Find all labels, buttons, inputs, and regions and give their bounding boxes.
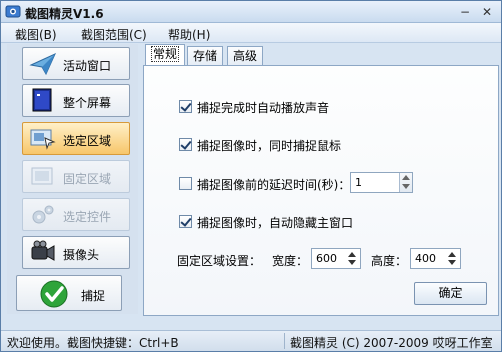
close-button[interactable]: ✕: [480, 5, 494, 19]
delay-seconds-value: 1: [355, 176, 362, 189]
sidebar-item-label: 摄像头: [63, 248, 100, 262]
menu-capture-range[interactable]: 截图范围(C): [81, 26, 147, 43]
tab-advanced[interactable]: 高级: [227, 46, 264, 66]
arrow-down-icon[interactable]: [402, 184, 410, 189]
sidebar-item-label: 选定区域: [63, 134, 112, 148]
status-divider: [284, 333, 285, 349]
capture-button[interactable]: 捕捉: [16, 275, 122, 311]
fixed-region-icon: [31, 167, 53, 185]
paper-plane-icon: [29, 52, 57, 76]
settings-tabs: 常规 存储 高级: [143, 44, 501, 66]
capture-cursor-label: 捕捉图像时，同时捕捉鼠标: [197, 139, 342, 153]
sidebar-item-select-region[interactable]: 选定区域: [22, 122, 130, 155]
menu-bar: 截图(B) 截图范围(C) 帮助(H): [1, 23, 501, 43]
arrow-up-icon[interactable]: [348, 252, 356, 257]
menu-help[interactable]: 帮助(H): [168, 26, 210, 43]
ok-button[interactable]: 确定: [414, 282, 487, 305]
minimize-button[interactable]: −: [458, 5, 472, 19]
sidebar-item-label: 选定控件: [63, 210, 112, 224]
width-stepper-arrows[interactable]: [347, 250, 358, 267]
delay-seconds-stepper[interactable]: 1: [350, 172, 413, 193]
delay-label: 捕捉图像前的延迟时间(秒)：: [197, 178, 351, 192]
capture-cursor-checkbox[interactable]: [179, 138, 192, 151]
status-bar: 欢迎使用。截图快捷键：Ctrl+B 截图精灵 (C) 2007-2009 哎呀工…: [1, 330, 501, 351]
height-label: 高度：: [371, 254, 408, 268]
checkmark-icon: [40, 280, 68, 308]
menu-capture[interactable]: 截图(B): [15, 26, 57, 43]
arrow-up-icon[interactable]: [448, 252, 456, 257]
camera-icon: [31, 240, 55, 261]
capture-mode-panel: 活动窗口 整个屏幕 选定区域 固定区域 选定控件 摄像头 捕捉: [7, 44, 138, 314]
general-settings-panel: 捕捉完成时自动播放声音 捕捉图像时，同时捕捉鼠标 捕捉图像前的延迟时间(秒)： …: [143, 65, 499, 316]
app-window: 截图精灵V1.6 − ✕ 截图(B) 截图范围(C) 帮助(H) 活动窗口 整个…: [0, 0, 502, 352]
play-sound-checkbox[interactable]: [179, 100, 192, 113]
sidebar-item-active-window[interactable]: 活动窗口: [22, 47, 130, 80]
gears-icon: [32, 205, 54, 224]
arrow-down-icon[interactable]: [448, 260, 456, 265]
window-title: 截图精灵V1.6: [25, 7, 104, 21]
sidebar-item-label: 整个屏幕: [63, 96, 112, 110]
hide-window-label: 捕捉图像时，自动隐藏主窗口: [197, 216, 354, 230]
status-welcome-text: 欢迎使用。截图快捷键：Ctrl+B: [7, 336, 179, 350]
height-value: 400: [415, 252, 436, 265]
status-copyright-text: 截图精灵 (C) 2007-2009 哎呀工作室: [290, 336, 493, 350]
sidebar-item-camera[interactable]: 摄像头: [22, 236, 130, 269]
width-stepper[interactable]: 600: [311, 248, 361, 269]
app-logo-icon: [5, 5, 21, 18]
fixed-region-label: 固定区域设置：: [177, 254, 262, 268]
sidebar-item-label: 活动窗口: [63, 59, 112, 73]
delay-stepper-arrows[interactable]: [399, 173, 412, 192]
height-stepper-arrows[interactable]: [447, 250, 458, 267]
delay-checkbox[interactable]: [179, 177, 192, 190]
sidebar-item-fixed-region[interactable]: 固定区域: [22, 160, 130, 193]
arrow-up-icon[interactable]: [402, 175, 410, 180]
sidebar-item-select-control[interactable]: 选定控件: [22, 198, 130, 231]
arrow-down-icon[interactable]: [348, 260, 356, 265]
width-value: 600: [316, 252, 337, 265]
title-bar[interactable]: 截图精灵V1.6 − ✕: [1, 1, 501, 23]
width-label: 宽度：: [272, 254, 309, 268]
play-sound-label: 捕捉完成时自动播放声音: [197, 101, 330, 115]
region-select-icon: [30, 129, 56, 150]
height-stepper[interactable]: 400: [410, 248, 461, 269]
sidebar-item-label: 固定区域: [63, 172, 112, 186]
sidebar-item-full-screen[interactable]: 整个屏幕: [22, 84, 130, 117]
capture-button-label: 捕捉: [81, 289, 106, 303]
monitor-icon: [32, 88, 52, 112]
tab-storage[interactable]: 存储: [187, 46, 224, 66]
tab-general[interactable]: 常规: [145, 44, 186, 66]
hide-window-checkbox[interactable]: [179, 215, 192, 228]
